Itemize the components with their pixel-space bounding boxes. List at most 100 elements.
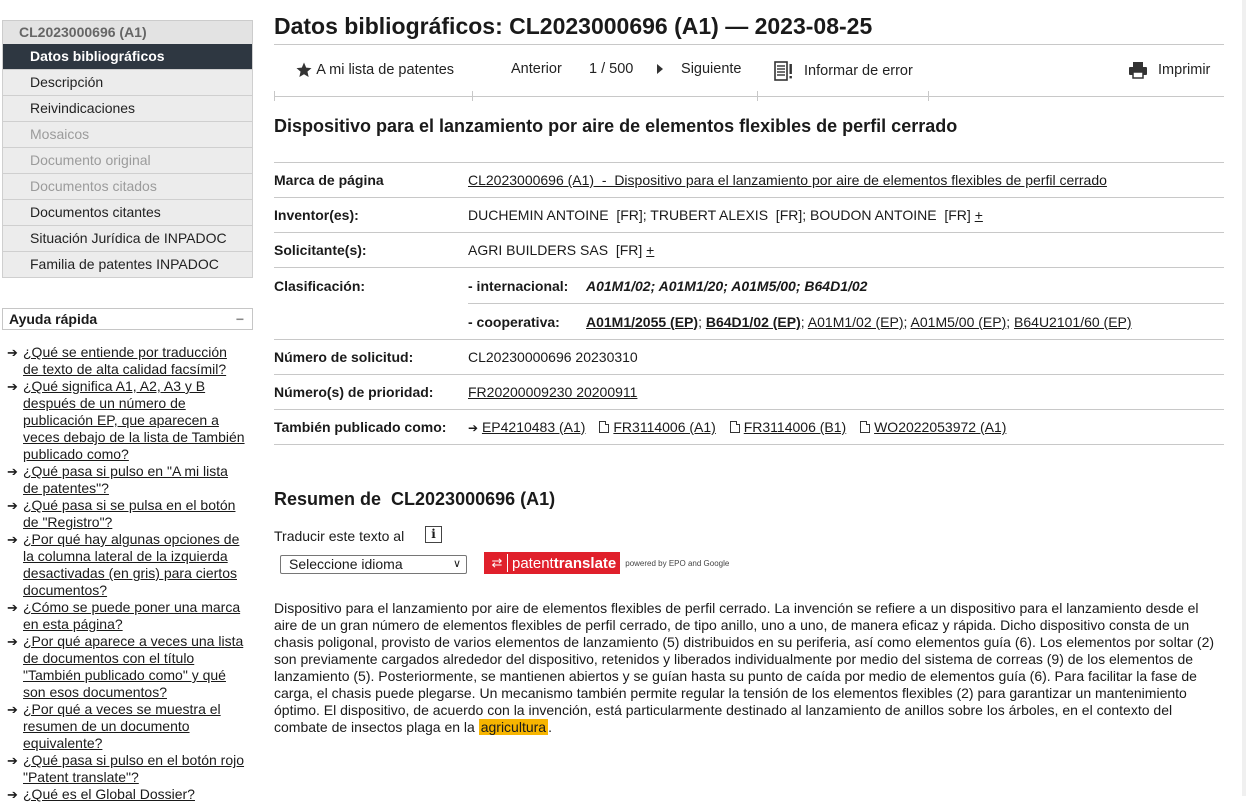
help-link[interactable]: ¿Por qué hay algunas opciones de la colu… — [23, 531, 239, 598]
vertical-scrollbar[interactable] — [1242, 0, 1246, 796]
table-row: Solicitante(s): AGRI BUILDERS SAS [FR] + — [274, 232, 1224, 268]
help-link[interactable]: ¿Qué se entiende por traducción de texto… — [23, 344, 227, 377]
triangle-right-icon — [657, 64, 663, 75]
list-item: ➔ ¿Qué pasa si pulso en "A mi lista de pa… — [2, 463, 245, 497]
report-error-icon — [774, 61, 792, 81]
table-row: Marca de página CL2023000696 (A1) - Disp… — [274, 162, 1224, 198]
classification-label: Clasificación: — [274, 267, 468, 340]
language-select[interactable]: Seleccione idioma ∨ — [280, 555, 467, 574]
help-link[interactable]: ¿Qué pasa si pulso en "A mi lista de pat… — [23, 463, 228, 496]
add-to-my-list-label: A mi lista de patentes — [316, 61, 455, 78]
inventors-label: Inventor(es): — [274, 197, 468, 233]
classification-international: - internacional: A01M1/02; A01M1/20; A01… — [468, 268, 1224, 304]
applicants-value: AGRI BUILDERS SAS [FR] — [468, 242, 643, 258]
toolbar-tick — [928, 91, 929, 101]
page-title: Datos bibliográficos: CL2023000696 (A1) … — [274, 13, 873, 39]
patent-translate-text-2: translate — [553, 554, 617, 572]
add-to-my-list-button[interactable]: A mi lista de patentes — [295, 61, 454, 79]
also-published-link[interactable]: FR3114006 (A1) — [613, 419, 715, 435]
help-link[interactable]: ¿Qué pasa si pulso en el botón rojo "Pat… — [23, 752, 244, 785]
bibliographic-table: Marca de página CL2023000696 (A1) - Disp… — [274, 162, 1224, 445]
arrow-right-icon: ➔ — [7, 600, 18, 615]
separator: ; — [1006, 313, 1011, 330]
more-applicants-link[interactable]: + — [646, 242, 654, 258]
print-button[interactable]: Imprimir — [1128, 61, 1210, 79]
sidebar-item-situacion-juridica[interactable]: Situación Jurídica de INPADOC — [2, 226, 253, 252]
cpc-link[interactable]: B64D1/02 (EP) — [706, 314, 801, 330]
arrow-right-icon: ➔ — [468, 421, 479, 435]
list-item: ➔ ¿Por qué aparece a veces una lista de d… — [2, 633, 245, 701]
previous-button[interactable]: Anterior — [511, 61, 562, 77]
list-item: ➔ ¿Qué pasa si pulso en el botón rojo "Pa… — [2, 752, 245, 786]
arrow-right-icon: ➔ — [7, 379, 18, 394]
cpc-link[interactable]: A01M5/00 (EP) — [911, 314, 1007, 330]
also-published-label: También publicado como: — [274, 409, 468, 445]
help-link[interactable]: ¿Qué es el Global Dossier? — [23, 786, 195, 802]
star-icon — [296, 62, 312, 77]
toolbar-divider — [274, 96, 1224, 97]
quick-help-panel: Ayuda rápida − ➔ ¿Qué se entiende por tra… — [2, 308, 253, 803]
arrow-right-icon: ➔ — [7, 634, 18, 649]
list-item: ➔ ¿Cómo se puede poner una marca en esta … — [2, 599, 245, 633]
cpc-link[interactable]: A01M1/2055 (EP) — [586, 314, 698, 330]
separator: ; — [698, 313, 702, 330]
report-error-button[interactable]: Informar de error — [774, 61, 913, 81]
table-row: Inventor(es): DUCHEMIN ANTOINE [FR]; TRU… — [274, 197, 1224, 233]
help-link[interactable]: ¿Por qué aparece a veces una lista de do… — [23, 633, 243, 700]
bookmark-link[interactable]: CL2023000696 (A1) - Dispositivo para el … — [468, 172, 1107, 188]
table-row: Clasificación: - internacional: A01M1/02… — [274, 267, 1224, 340]
help-link[interactable]: ¿Qué pasa si se pulsa en el botón de "Re… — [23, 497, 235, 530]
toolbar-tick — [472, 91, 473, 101]
help-link[interactable]: ¿Cómo se puede poner una marca en esta p… — [23, 599, 240, 632]
sidebar-item-reivindicaciones[interactable]: Reivindicaciones — [2, 96, 253, 122]
international-label: - internacional: — [468, 277, 569, 294]
cpc-link[interactable]: A01M1/02 (EP) — [808, 314, 904, 330]
cpc-link[interactable]: B64U2101/60 (EP) — [1014, 314, 1132, 330]
quick-help-header: Ayuda rápida − — [2, 308, 253, 330]
quick-help-title: Ayuda rápida — [9, 311, 98, 327]
document-toolbar: A mi lista de patentes Anterior 1 / 500 … — [274, 44, 1224, 101]
abstract-title: Resumen de CL2023000696 (A1) — [274, 489, 556, 509]
sidebar-item-descripcion[interactable]: Descripción — [2, 70, 253, 96]
arrow-right-icon: ➔ — [7, 753, 18, 768]
document-title: Dispositivo para el lanzamiento por aire… — [274, 116, 958, 136]
translate-label: Traducir este texto al — [274, 528, 405, 544]
quick-help-list: ➔ ¿Qué se entiende por traducción de text… — [2, 344, 253, 803]
highlighted-term: agricultura — [478, 719, 549, 735]
more-inventors-link[interactable]: + — [975, 207, 983, 223]
sidebar-item-documentos-citantes[interactable]: Documentos citantes — [2, 200, 253, 226]
info-icon[interactable]: i — [425, 526, 442, 543]
arrow-right-icon: ➔ — [7, 498, 18, 513]
arrow-right-icon: ➔ — [7, 345, 18, 360]
sidebar-item-documentos-citados: Documentos citados — [2, 174, 253, 200]
also-published-link[interactable]: EP4210483 (A1) — [482, 419, 586, 435]
document-icon — [860, 421, 871, 433]
international-value: A01M1/02; A01M1/20; A01M5/00; B64D1/02 — [586, 277, 868, 294]
help-link[interactable]: ¿Qué significa A1, A2, A3 y B después de… — [23, 378, 245, 462]
list-item: ➔ ¿Qué es el Global Dossier? — [2, 786, 245, 803]
cooperative-label: - cooperativa: — [468, 313, 560, 330]
sidebar-item-datos-bibliograficos[interactable]: Datos bibliográficos — [2, 44, 253, 70]
sidebar-nav: CL2023000696 (A1) Datos bibliográficos D… — [2, 20, 253, 278]
arrow-right-icon: ➔ — [7, 702, 18, 717]
patent-translate-badge: ⇄ patent translate — [484, 552, 621, 574]
minimize-icon[interactable]: − — [236, 309, 244, 329]
document-icon — [729, 421, 740, 433]
help-link[interactable]: ¿Por qué a veces se muestra el resumen d… — [23, 701, 221, 751]
next-button[interactable]: Siguiente — [655, 61, 742, 77]
abstract-end: . — [548, 719, 552, 735]
report-error-label: Informar de error — [804, 62, 913, 79]
application-number-label: Número de solicitud: — [274, 339, 468, 375]
document-icon — [599, 421, 610, 433]
also-published-link[interactable]: FR3114006 (B1) — [744, 419, 846, 435]
list-item: ➔ ¿Por qué hay algunas opciones de la col… — [2, 531, 245, 599]
print-label: Imprimir — [1158, 61, 1211, 78]
priority-number-link[interactable]: FR20200009230 20200911 — [468, 384, 637, 400]
abstract-body: Dispositivo para el lanzamiento por aire… — [274, 600, 1215, 735]
patent-translate-button[interactable]: ⇄ patent translate powered by EPO and Goo… — [484, 552, 729, 574]
separator: ; — [903, 313, 908, 330]
next-label: Siguiente — [681, 61, 742, 77]
also-published-link[interactable]: WO2022053972 (A1) — [874, 419, 1006, 435]
sidebar-item-familia-patentes[interactable]: Familia de patentes INPADOC — [2, 252, 253, 278]
printer-icon — [1129, 62, 1147, 79]
